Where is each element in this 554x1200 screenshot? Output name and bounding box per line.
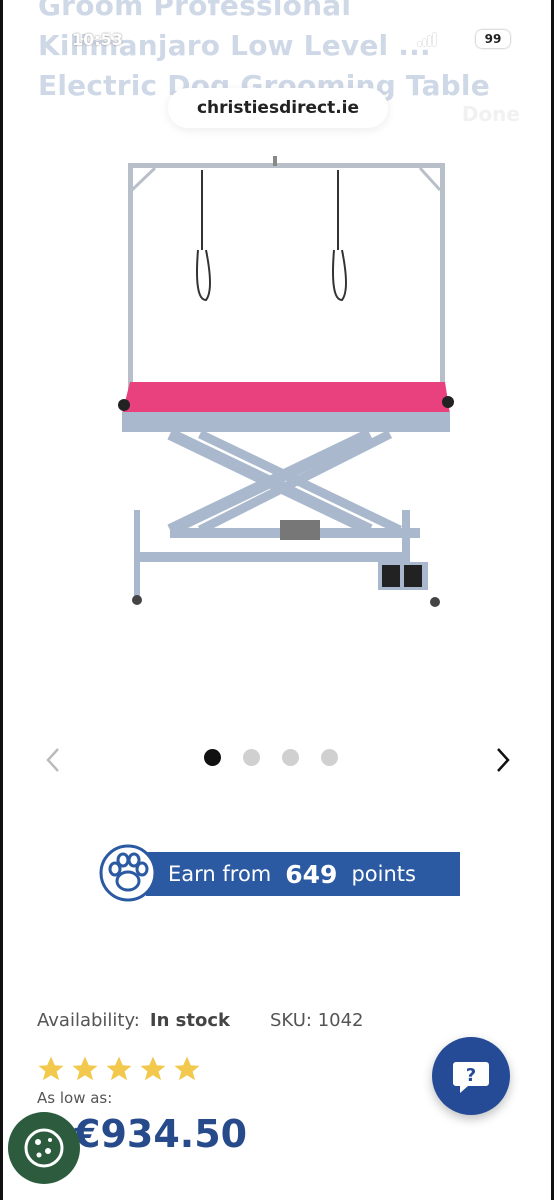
carousel-dot[interactable] xyxy=(321,749,338,766)
carousel-dot[interactable] xyxy=(282,749,299,766)
star-icon xyxy=(140,1056,166,1081)
chevron-left-icon[interactable] xyxy=(40,745,66,775)
cookie-button[interactable] xyxy=(8,1112,80,1184)
star-icon xyxy=(72,1056,98,1081)
price: €934.50 xyxy=(74,1112,248,1156)
points-suffix: points xyxy=(351,862,416,886)
battery-icon: 99 xyxy=(476,30,510,48)
paw-icon xyxy=(99,844,157,902)
product-meta: Availability: In stock SKU: 1042 xyxy=(37,1010,364,1031)
url-bar[interactable]: christiesdirect.ie xyxy=(168,88,388,128)
availability-value: In stock xyxy=(149,1010,230,1031)
wifi-icon xyxy=(446,32,466,46)
points-value: 649 xyxy=(285,859,338,889)
question-icon: ? xyxy=(453,1062,489,1093)
availability-label: Availability: xyxy=(37,1010,140,1031)
status-icons: 99 xyxy=(418,30,510,48)
star-icon xyxy=(106,1056,132,1081)
status-time: 10:53 xyxy=(72,30,123,49)
signal-icon xyxy=(418,32,436,46)
carousel-dots xyxy=(204,749,338,766)
star-icon xyxy=(174,1056,200,1081)
points-prefix: Earn from xyxy=(168,862,272,886)
cookie-icon xyxy=(24,1128,64,1168)
svg-text:?: ? xyxy=(466,1065,476,1086)
rating-stars xyxy=(36,1054,202,1084)
product-image xyxy=(118,156,454,607)
star-icon xyxy=(38,1056,64,1081)
points-bar: Earn from 649 points xyxy=(146,852,460,896)
carousel-dot[interactable] xyxy=(243,749,260,766)
done-button[interactable]: Done xyxy=(462,102,520,126)
help-button[interactable]: ? xyxy=(432,1037,510,1115)
low-as-label: As low as: xyxy=(37,1089,113,1107)
sku-text: SKU: 1042 xyxy=(269,1010,364,1031)
points-banner: Earn from 649 points xyxy=(98,843,460,902)
image-carousel-controls xyxy=(0,735,554,785)
chevron-right-icon[interactable] xyxy=(490,745,516,775)
carousel-dot[interactable] xyxy=(204,749,221,766)
